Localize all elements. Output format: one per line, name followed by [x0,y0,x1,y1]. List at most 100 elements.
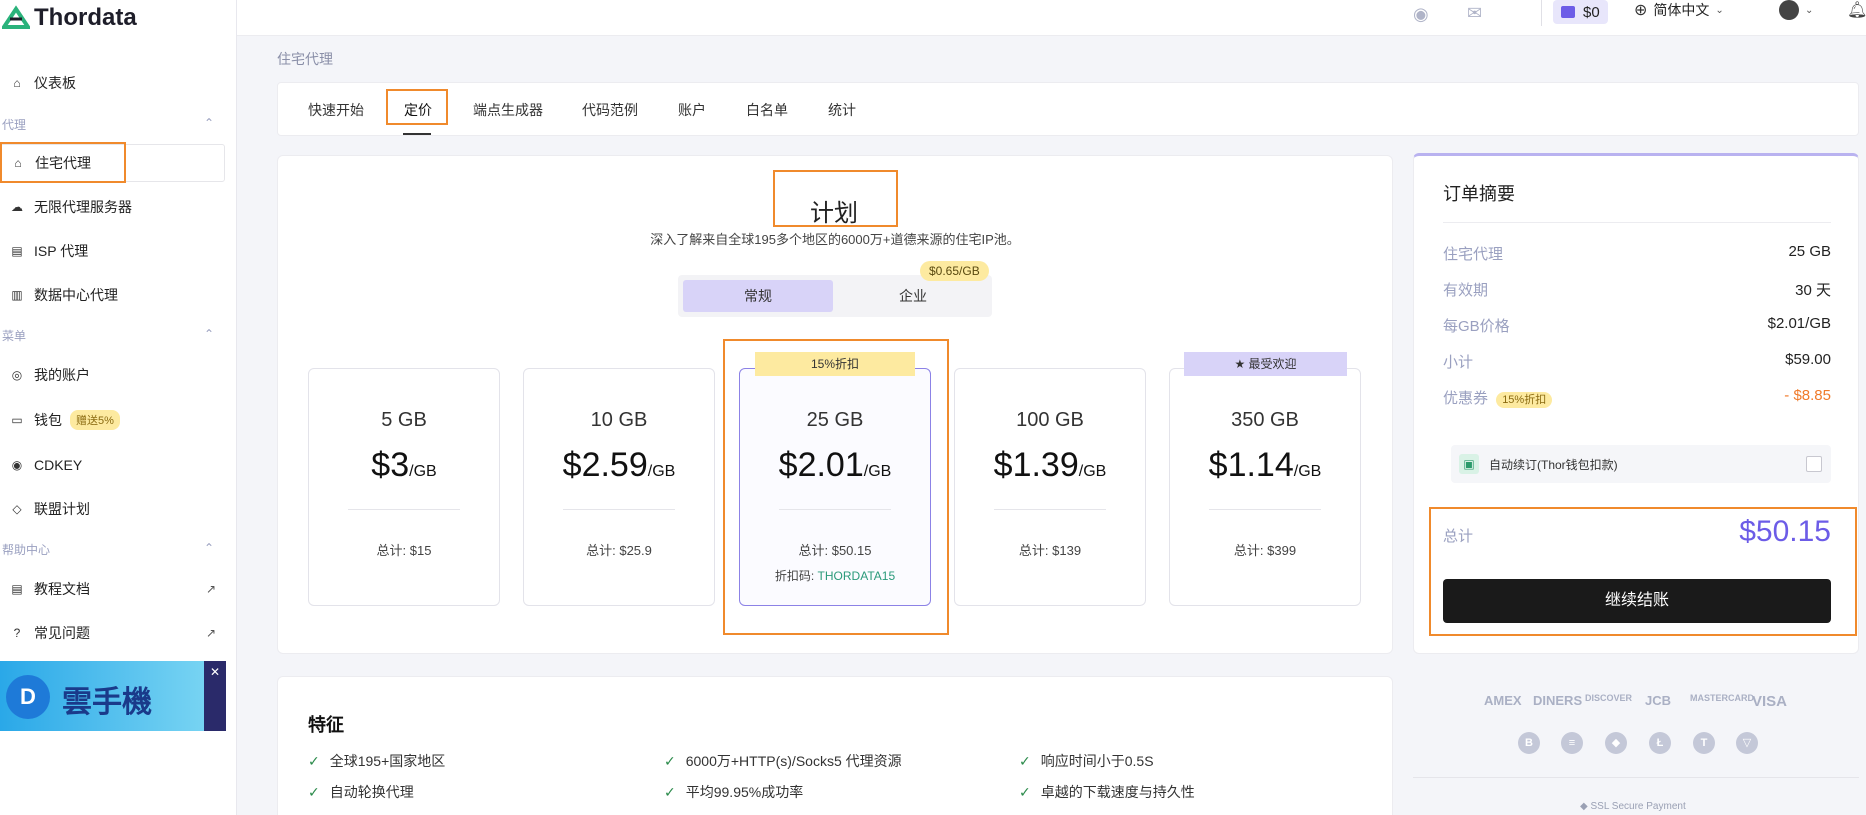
avatar [1779,0,1799,20]
tab-quickstart[interactable]: 快速开始 [308,100,364,120]
plan-card-5gb[interactable]: 5 GB $3/GB 总计: $15 [308,368,500,606]
breadcrumb: 住宅代理 [277,51,333,67]
sidebar-item-dashboard[interactable]: ⌂ 仪表板 [0,64,226,102]
tab-endpoint-generator[interactable]: 端点生成器 [473,100,543,120]
chevron-down-icon: ⌄ [1805,4,1814,16]
jcb-icon: JCB [1645,693,1672,708]
sidebar-item-unlimited[interactable]: ☁ 无限代理服务器 [0,188,226,226]
summary-value: $2.01/GB [1767,315,1831,332]
chevron-up-icon: ⌃ [203,116,214,130]
plan-type-toggle: 常规 企业 [678,275,992,317]
check-icon: ✓ [1019,752,1031,769]
section-label: 代理 [2,118,27,132]
card-price: $1.39/GB [955,446,1145,485]
section-menu[interactable]: 菜单 ⌃ [2,327,214,344]
checkout-button[interactable]: 继续结账 [1443,579,1831,623]
auto-renew-checkbox[interactable] [1806,456,1822,472]
price-value: $1.14 [1208,446,1294,484]
auto-renew-label: 自动续订(Thor钱包扣款) [1489,458,1618,472]
sidebar-item-label: CDKEY [34,457,83,473]
check-icon: ✓ [664,752,676,769]
mail-icon[interactable]: ✉ [1467,3,1482,24]
tab-whitelist[interactable]: 白名单 [746,100,788,120]
summary-value: $59.00 [1785,351,1831,368]
features-title: 特征 [308,715,344,735]
tab-statistics[interactable]: 统计 [828,100,856,120]
logo[interactable]: Thordata [2,4,137,32]
bell-icon[interactable]: 🔔︎ [1847,0,1866,20]
card-gb: 25 GB [806,409,864,431]
chevron-down-icon: ⌄ [1715,4,1724,16]
tab-code-examples[interactable]: 代码范例 [582,100,638,120]
sidebar-item-wallet[interactable]: ▭ 钱包 赠送5% [0,401,226,439]
sidebar-item-affiliate[interactable]: ◇ 联盟计划 [0,490,226,528]
sidebar-item-account[interactable]: ◎ 我的账户 [0,356,226,394]
tab-accounts[interactable]: 账户 [678,100,706,120]
diners-icon: DINERS [1533,693,1583,708]
thordata-logo-icon [2,5,30,29]
section-proxy[interactable]: 代理 ⌃ [2,116,214,133]
coupon-key: 优惠券 15%折扣 [1443,387,1553,408]
secure-text: SSL Secure Payment [1590,801,1686,812]
chevron-up-icon: ⌃ [203,327,214,341]
enterprise-price-badge: $0.65/GB [920,261,989,281]
server-icon: ▥ [11,288,23,302]
plan-card-10gb[interactable]: 10 GB $2.59/GB 总计: $25.9 [523,368,715,606]
sidebar-item-cdkey[interactable]: ◉ CDKEY [0,446,226,484]
support-icon[interactable]: ◉ [1413,4,1429,25]
banner-text: 雲手機 [62,686,152,719]
feature-item: ✓ 平均99.95%成功率 [664,782,803,802]
summary-row-coupon: 优惠券 15%折扣 - $8.85 [1443,387,1831,408]
feature-item: ✓ 自动轮换代理 [308,782,414,802]
sidebar-item-label: 住宅代理 [35,155,91,171]
globe-icon: ⊕ [1634,2,1648,19]
shield-icon: ◆ [1580,801,1588,812]
price-value: $2.59 [562,446,648,484]
plan-card-100gb[interactable]: 100 GB $1.39/GB 总计: $139 [954,368,1146,606]
bitcoin-icon: B [1518,732,1540,754]
sidebar-item-faq[interactable]: ? 常见问题 ↗ [0,614,226,652]
tabs-bar: 快速开始 定价 端点生成器 代码范例 账户 白名单 统计 [277,82,1859,136]
user-menu[interactable]: ⌄ [1779,0,1813,20]
external-link-icon: ↗ [205,626,216,640]
summary-value: - $8.85 [1784,387,1831,404]
promo-banner[interactable]: D 雲手機 ✕ [0,661,226,731]
discover-icon: DISCOVER [1585,693,1633,703]
visa-icon: VISA [1752,693,1788,710]
card-total: 总计: $139 [1018,543,1082,558]
faq-icon: ? [13,626,21,640]
banner-close-icon[interactable]: ✕ [204,661,226,731]
sidebar-item-residential[interactable]: ⌂ 住宅代理 [0,144,225,182]
price-value: $1.39 [993,446,1079,484]
promo-code-line: 折扣码: THORDATA15 [740,567,930,584]
secure-payment-label: ◆ SSL Secure Payment [1580,801,1686,812]
card-total: 总计: $50.15 [798,543,872,558]
sidebar-item-docs[interactable]: ▤ 教程文档 ↗ [0,570,226,608]
feature-item: ✓ 响应时间小于0.5S [1019,751,1154,771]
promo-label: 折扣码: [774,569,815,583]
balance-chip[interactable]: $0 [1553,0,1608,24]
balance-value: $0 [1583,3,1600,21]
sidebar-item-label: 联盟计划 [34,501,90,517]
logo-text: Thordata [34,4,137,31]
plan-card-25gb[interactable]: 25 GB $2.01/GB 总计: $50.15 折扣码: THORDATA1… [739,368,931,606]
feature-text: 响应时间小于0.5S [1040,753,1154,769]
card-price: $2.59/GB [524,446,714,485]
sidebar-item-datacenter[interactable]: ▥ 数据中心代理 [0,276,226,314]
promo-code[interactable]: THORDATA15 [818,569,896,583]
price-unit: /GB [409,463,437,480]
card-price: $3/GB [309,446,499,485]
language-selector[interactable]: ⊕ 简体中文 ⌄ [1634,0,1724,20]
summary-title: 订单摘要 [1443,184,1515,204]
sidebar-item-isp[interactable]: ▤ ISP 代理 [0,232,226,270]
sidebar-item-label: ISP 代理 [34,243,89,259]
cloud-house-icon: ☁ [11,200,23,214]
wallet-icon: ▭ [11,413,23,427]
section-help[interactable]: 帮助中心 ⌃ [2,541,214,558]
toggle-regular[interactable]: 常规 [683,280,833,312]
total-value: $50.15 [1739,515,1831,548]
toggle-enterprise[interactable]: 企业 [838,280,988,312]
tab-pricing[interactable]: 定价 [404,100,432,120]
language-label: 简体中文 [1653,2,1710,18]
plan-card-350gb[interactable]: 350 GB $1.14/GB 总计: $399 [1169,368,1361,606]
